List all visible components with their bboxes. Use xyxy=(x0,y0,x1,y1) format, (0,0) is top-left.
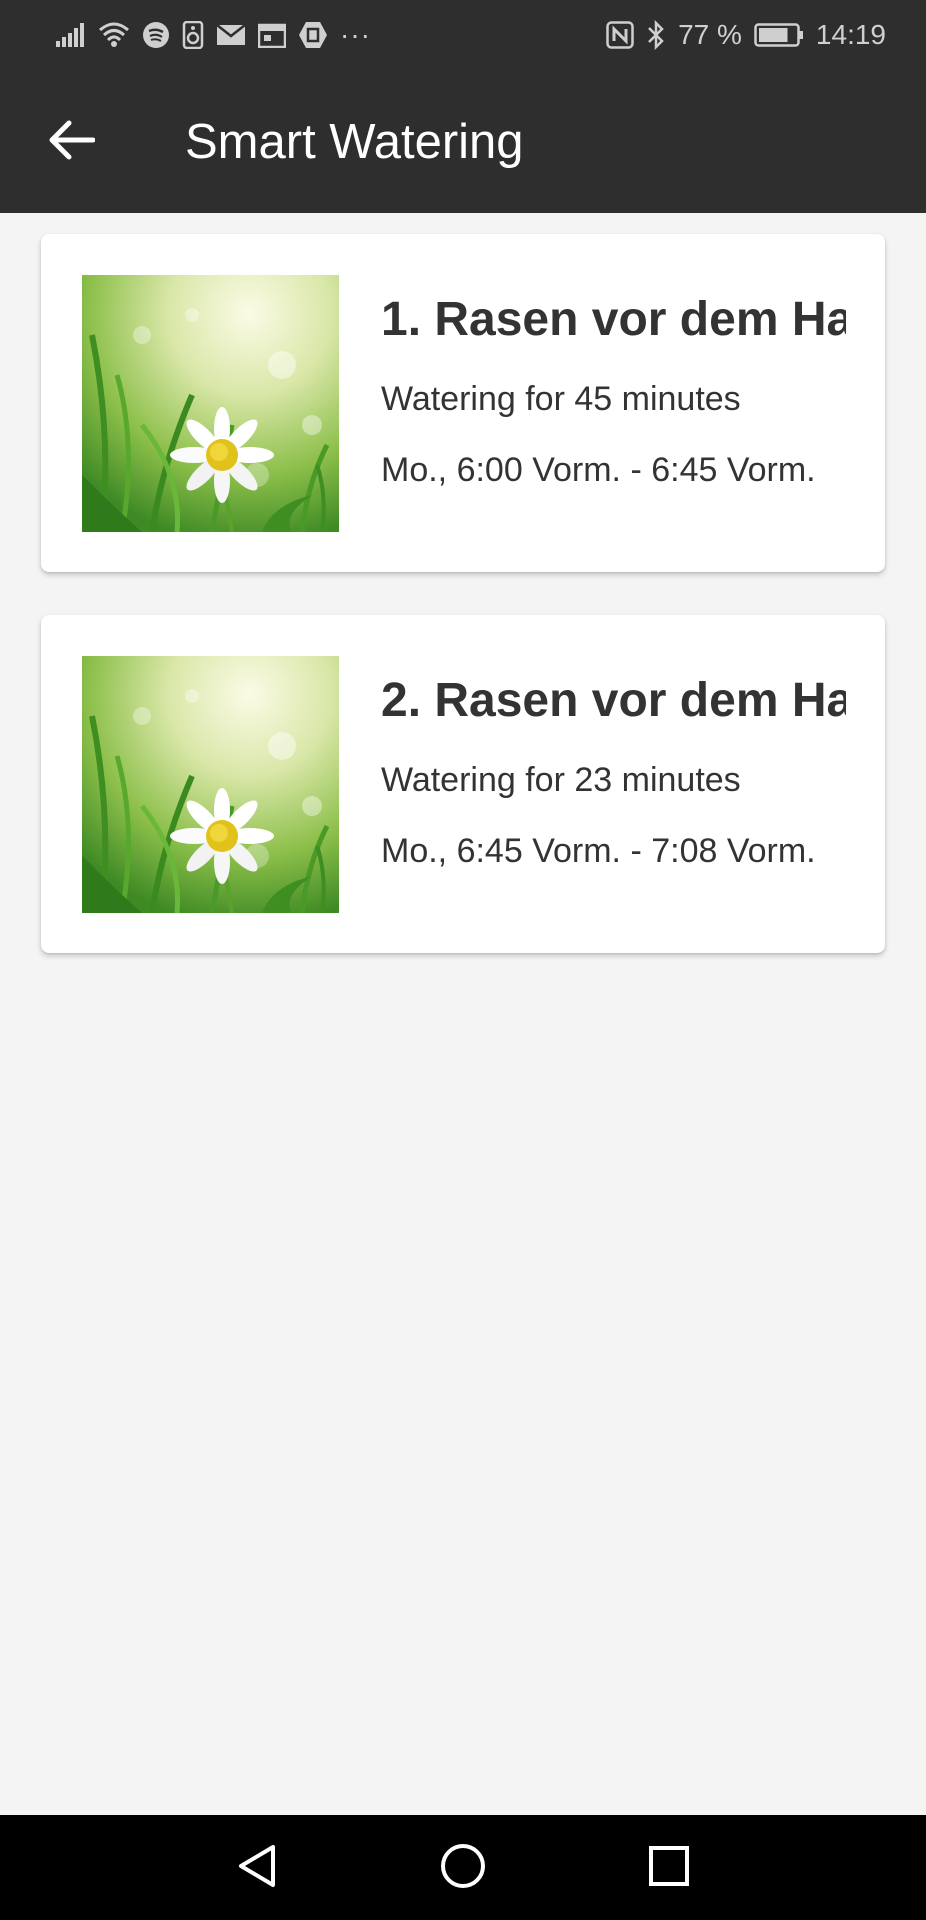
calendar-icon xyxy=(258,22,286,48)
schedule-title: 1. Rasen vor dem Haus xyxy=(381,293,846,346)
clock: 14:19 xyxy=(815,19,886,50)
status-overflow-dots: ··· xyxy=(340,19,371,50)
speaker-icon xyxy=(182,21,204,49)
battery-percent: 77 % xyxy=(678,19,742,50)
app-bar: Smart Watering xyxy=(0,70,926,213)
battery-icon xyxy=(754,23,804,47)
screen: ··· 77 % 14:19 Smart Watering 1. Rasen v… xyxy=(0,0,926,1920)
schedule-time-range: Mo., 6:00 Vorm. - 6:45 Vorm. xyxy=(381,451,816,489)
status-bar: ··· 77 % 14:19 xyxy=(0,0,926,70)
schedule-card-body: 2. Rasen vor dem Haus Watering for 23 mi… xyxy=(381,671,846,871)
back-button[interactable] xyxy=(40,110,104,174)
schedule-title: 2. Rasen vor dem Haus xyxy=(381,674,846,727)
wifi-icon xyxy=(98,22,130,48)
nav-recents-icon xyxy=(647,1844,691,1893)
arrow-back-icon xyxy=(49,120,96,165)
nav-back-icon xyxy=(235,1843,279,1894)
mail-icon xyxy=(216,23,246,47)
schedule-duration: Watering for 23 minutes xyxy=(381,761,741,799)
status-left-icons: ··· xyxy=(56,0,371,70)
schedule-time-range: Mo., 6:45 Vorm. - 7:08 Vorm. xyxy=(381,832,816,870)
nav-home-button[interactable] xyxy=(430,1835,496,1901)
nav-back-button[interactable] xyxy=(224,1835,290,1901)
signal-icon xyxy=(56,23,86,47)
nav-recents-button[interactable] xyxy=(636,1835,702,1901)
page-title: Smart Watering xyxy=(185,115,524,169)
app-icon xyxy=(298,21,328,49)
schedule-card[interactable]: 2. Rasen vor dem Haus Watering for 23 mi… xyxy=(41,615,885,953)
schedule-duration: Watering for 45 minutes xyxy=(381,380,741,418)
status-right-icons: 77 % 14:19 xyxy=(606,0,886,70)
bluetooth-icon xyxy=(646,20,666,50)
daisy-grass-image xyxy=(82,656,339,913)
nav-home-icon xyxy=(439,1842,487,1895)
system-nav-bar xyxy=(0,1815,926,1920)
spotify-icon xyxy=(142,21,170,49)
daisy-grass-image xyxy=(82,275,339,532)
schedule-card-body: 1. Rasen vor dem Haus Watering for 45 mi… xyxy=(381,290,846,490)
nfc-icon xyxy=(606,21,634,49)
schedule-card[interactable]: 1. Rasen vor dem Haus Watering for 45 mi… xyxy=(41,234,885,572)
